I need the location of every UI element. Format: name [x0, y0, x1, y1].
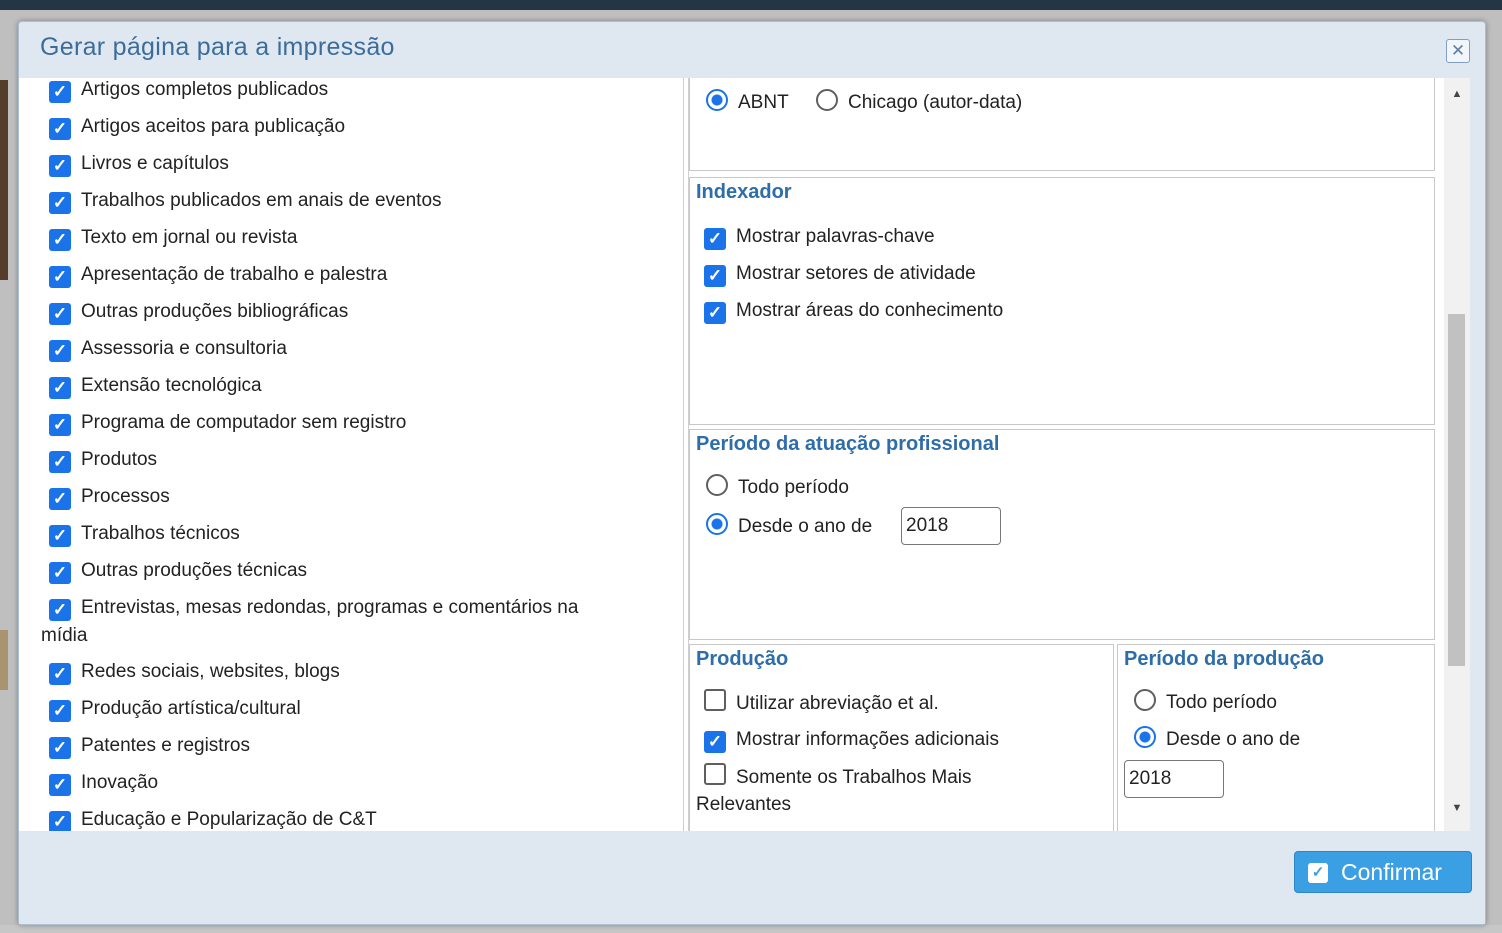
column-divider — [683, 78, 684, 831]
radio-todo-periodo[interactable]: Todo período — [1134, 689, 1277, 716]
vertical-scrollbar[interactable]: ▲ ▼ — [1444, 78, 1470, 831]
checkbox-checked[interactable]: ✓ — [49, 81, 71, 103]
dialog-footer: ✓ Confirmar — [19, 831, 1485, 924]
list-item[interactable]: ✓ Assessoria e consultoria — [49, 335, 287, 362]
list-item[interactable]: ✓ Redes sociais, websites, blogs — [49, 658, 340, 685]
checkbox-checked[interactable]: ✓ — [49, 562, 71, 584]
periodo-producao-box: Período da produção Todo período Desde o… — [1117, 644, 1435, 831]
list-item-continuation: mídia — [41, 625, 88, 646]
confirm-button[interactable]: ✓ Confirmar — [1294, 851, 1472, 893]
list-item[interactable]: ✓ Produtos — [49, 446, 157, 473]
list-item[interactable]: ✓ Trabalhos técnicos — [49, 520, 240, 547]
list-item[interactable]: ✓ Entrevistas, mesas redondas, programas … — [49, 594, 578, 621]
dialog-titlebar: Gerar página para a impressão ✕ — [19, 22, 1485, 78]
dialog-title: Gerar página para a impressão — [40, 33, 395, 61]
list-item[interactable]: ✓ Outras produções bibliográficas — [49, 298, 348, 325]
list-item[interactable]: ✓ Programa de computador sem registro — [49, 409, 406, 436]
arrow-up-icon[interactable]: ▲ — [1444, 88, 1470, 108]
radio-chicago[interactable]: Chicago (autor-data) — [816, 89, 1022, 116]
dialog-content: ✓ Artigos completos publicados ✓ Artigos a… — [19, 78, 1465, 831]
list-item[interactable]: ✓ Outras produções técnicas — [49, 557, 307, 584]
close-icon: ✕ — [1450, 41, 1466, 60]
radio-selected[interactable] — [706, 89, 728, 111]
checkbox-checked[interactable]: ✓ — [49, 737, 71, 759]
radio-abnt[interactable]: ABNT — [706, 89, 789, 116]
production-types-list: ✓ Artigos completos publicados ✓ Artigos a… — [19, 78, 683, 831]
radio-unselected[interactable] — [706, 474, 728, 496]
radio-todo-periodo[interactable]: Todo período — [706, 474, 849, 501]
checkbox-checked[interactable]: ✓ — [49, 229, 71, 251]
list-item[interactable]: ✓ Mostrar setores de atividade — [704, 260, 976, 287]
checkbox-checked[interactable]: ✓ — [49, 663, 71, 685]
list-item[interactable]: ✓ Inovação — [49, 769, 158, 796]
checkbox-checked[interactable]: ✓ — [49, 303, 71, 325]
checkbox-checked[interactable]: ✓ — [49, 155, 71, 177]
check-icon: ✓ — [1308, 863, 1328, 883]
checkbox-checked[interactable]: ✓ — [49, 377, 71, 399]
radio-unselected[interactable] — [1134, 689, 1156, 711]
list-item[interactable]: ✓ Artigos aceitos para publicação — [49, 113, 345, 140]
list-item[interactable]: ✓ Apresentação de trabalho e palestra — [49, 261, 387, 288]
list-item[interactable]: ✓ Mostrar áreas do conhecimento — [704, 297, 1003, 324]
section-title: Produção — [696, 648, 789, 670]
checkbox-checked[interactable]: ✓ — [49, 811, 71, 831]
checkbox-unchecked[interactable] — [704, 763, 726, 785]
periodo-atuacao-box: Período da atuação profissional Todo per… — [689, 429, 1435, 640]
checkbox-checked[interactable]: ✓ — [704, 302, 726, 324]
checkbox-checked[interactable]: ✓ — [49, 266, 71, 288]
list-item[interactable]: ✓ Mostrar palavras-chave — [704, 223, 935, 250]
list-item[interactable]: ✓ Processos — [49, 483, 170, 510]
checkbox-checked[interactable]: ✓ — [49, 774, 71, 796]
list-item[interactable]: ✓ Texto em jornal ou revista — [49, 224, 298, 251]
checkbox-checked[interactable]: ✓ — [49, 451, 71, 473]
checkbox-checked[interactable]: ✓ — [49, 192, 71, 214]
checkbox-checked[interactable]: ✓ — [704, 731, 726, 753]
list-item[interactable]: ✓ Patentes e registros — [49, 732, 250, 759]
arrow-down-icon[interactable]: ▼ — [1444, 802, 1470, 822]
checkbox-checked[interactable]: ✓ — [49, 700, 71, 722]
list-item[interactable]: ✓ Livros e capítulos — [49, 150, 229, 177]
list-item[interactable]: ✓ Extensão tecnológica — [49, 372, 262, 399]
checkbox-checked[interactable]: ✓ — [704, 228, 726, 250]
checkbox-unchecked[interactable] — [704, 689, 726, 711]
radio-unselected[interactable] — [816, 89, 838, 111]
checkbox-checked[interactable]: ✓ — [49, 118, 71, 140]
print-dialog: Gerar página para a impressão ✕ ✓ Artigos… — [18, 21, 1486, 925]
checkbox-checked[interactable]: ✓ — [704, 265, 726, 287]
radio-selected[interactable] — [706, 513, 728, 535]
checkbox-checked[interactable]: ✓ — [49, 525, 71, 547]
list-item[interactable]: ✓ Trabalhos publicados em anais de evento… — [49, 187, 442, 214]
list-item[interactable]: Utilizar abreviação et al. — [704, 689, 939, 717]
radio-desde-ano[interactable]: Desde o ano de — [706, 513, 872, 540]
checkbox-checked[interactable]: ✓ — [49, 340, 71, 362]
close-button[interactable]: ✕ — [1446, 39, 1470, 63]
section-title: Período da atuação profissional — [696, 433, 1000, 455]
list-item[interactable]: ✓ Produção artística/cultural — [49, 695, 301, 722]
citation-style-box: ABNT Chicago (autor-data) — [689, 78, 1435, 171]
radio-selected[interactable] — [1134, 726, 1156, 748]
list-item[interactable]: ✓ Artigos completos publicados — [49, 78, 328, 103]
checkbox-checked[interactable]: ✓ — [49, 414, 71, 436]
list-item[interactable]: ✓ Mostrar informações adicionais — [704, 726, 999, 753]
producao-box: Produção Utilizar abreviação et al. ✓ Mos… — [689, 644, 1114, 831]
year-input[interactable] — [901, 507, 1001, 545]
scrollbar-thumb[interactable] — [1448, 314, 1465, 666]
list-item-continuation: Relevantes — [696, 794, 792, 815]
indexador-box: Indexador ✓ Mostrar palavras-chave ✓ Mostr… — [689, 177, 1435, 425]
list-item[interactable]: ✓ Educação e Popularização de C&T — [49, 806, 377, 831]
section-title: Período da produção — [1124, 648, 1325, 670]
year-input[interactable] — [1124, 760, 1224, 798]
section-title: Indexador — [696, 181, 792, 203]
checkbox-checked[interactable]: ✓ — [49, 488, 71, 510]
list-item[interactable]: Somente os Trabalhos Mais — [704, 763, 972, 791]
radio-desde-ano[interactable]: Desde o ano de — [1134, 726, 1300, 753]
checkbox-checked[interactable]: ✓ — [49, 599, 71, 621]
